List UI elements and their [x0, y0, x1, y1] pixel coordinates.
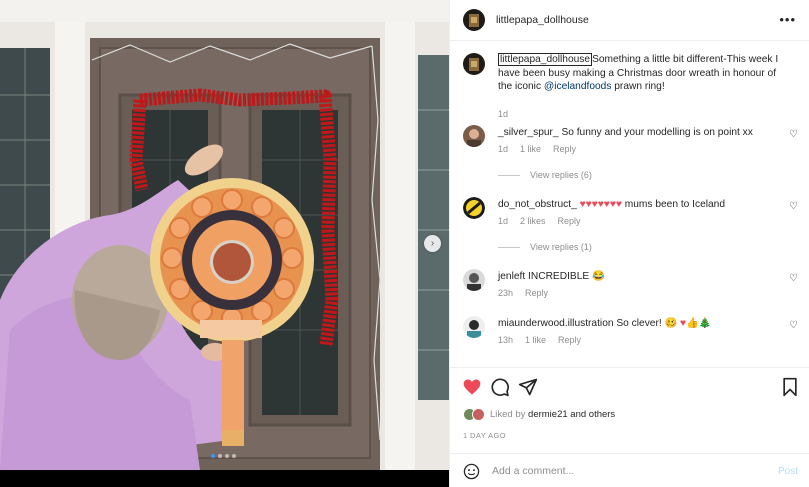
commenter-avatar[interactable]	[463, 197, 485, 219]
caption-meta: 1d	[498, 109, 508, 119]
post-comment-button[interactable]: Post	[778, 466, 798, 477]
comment-time: 13h	[498, 335, 514, 345]
comment-text: So clever!	[616, 318, 662, 329]
post-photo[interactable]: ›	[0, 0, 449, 487]
comment-username[interactable]: _silver_spur_	[498, 127, 559, 138]
liked-by-label: Liked by	[490, 409, 526, 420]
comment-likes[interactable]: 2 likes	[520, 216, 546, 226]
carousel-dot	[218, 454, 222, 458]
post-header: littlepapa_dollhouse •••	[450, 0, 809, 41]
instagram-post-modal: › littlepapa_dollhouse ••• littlepapa_do…	[0, 0, 809, 487]
comment-likes[interactable]: 1 like	[520, 144, 541, 154]
comment-text: mums been to Iceland	[624, 199, 725, 210]
carousel-dot	[225, 454, 229, 458]
caption-text: littlepapa_dollhouse Something a little b…	[498, 53, 783, 94]
likes-summary: Liked by dermie21 and others	[463, 408, 615, 421]
like-comment-icon[interactable]: ♡	[789, 273, 798, 284]
comment-username[interactable]: miaunderwood.illustration	[498, 318, 614, 329]
comment-input[interactable]	[492, 465, 752, 477]
carousel-dot	[211, 454, 215, 458]
carousel-next-button[interactable]: ›	[424, 235, 441, 252]
liked-by-user[interactable]: dermie21	[528, 409, 568, 420]
like-comment-icon[interactable]: ♡	[789, 201, 798, 212]
comment-likes[interactable]: 1 like	[525, 335, 546, 345]
caption-text-after: prawn ring!	[611, 81, 665, 92]
woozy-emoji: 🥴	[664, 318, 678, 329]
comment-text: So funny and your modelling is on point …	[561, 127, 753, 138]
like-comment-icon[interactable]: ♡	[789, 129, 798, 140]
comment-time: 1d	[498, 216, 509, 226]
commenter-avatar[interactable]	[463, 316, 485, 338]
author-username[interactable]: littlepapa_dollhouse	[496, 14, 589, 26]
carousel-indicators	[211, 454, 236, 458]
photo-illustration	[0, 0, 449, 487]
caption-username[interactable]: littlepapa_dollhouse	[498, 53, 593, 66]
comment-time: 23h	[498, 288, 514, 298]
add-comment-bar: Post	[450, 453, 809, 487]
bookmark-icon[interactable]	[780, 377, 800, 397]
heart-emojis: ♥♥♥♥♥♥♥	[579, 199, 622, 210]
comment-reply-button[interactable]: Reply	[558, 335, 581, 345]
comment-reply-button[interactable]: Reply	[558, 216, 581, 226]
post-timestamp: 1 DAY AGO	[463, 431, 506, 440]
author-avatar[interactable]	[463, 53, 485, 75]
liked-by-others[interactable]: others	[589, 409, 615, 420]
liker-avatar[interactable]	[472, 408, 485, 421]
comments-list: littlepapa_dollhouse Something a little b…	[450, 41, 809, 367]
chevron-right-icon: ›	[430, 238, 435, 249]
comment-username[interactable]: do_not_obstruct_	[498, 199, 577, 210]
comment-time: 1d	[498, 144, 509, 154]
view-replies-button[interactable]: View replies (6)	[498, 170, 592, 180]
share-icon[interactable]	[518, 377, 538, 397]
comment-icon[interactable]	[490, 377, 510, 397]
commenter-avatar[interactable]	[463, 269, 485, 291]
caption-mention-link[interactable]: @icelandfoods	[544, 81, 612, 92]
author-avatar[interactable]	[463, 9, 485, 31]
post-details-panel: littlepapa_dollhouse ••• littlepapa_doll…	[449, 0, 809, 487]
comment-username[interactable]: jenleft	[498, 271, 525, 282]
view-replies-button[interactable]: View replies (1)	[498, 242, 592, 252]
like-heart-icon[interactable]	[462, 377, 482, 397]
post-actions: Liked by dermie21 and others 1 DAY AGO P…	[450, 367, 809, 487]
comment-reply-button[interactable]: Reply	[553, 144, 576, 154]
caption-time: 1d	[498, 109, 509, 119]
liked-by-and: and	[570, 409, 587, 420]
comment-text: INCREDIBLE	[528, 271, 590, 282]
laughing-emoji: 😂	[592, 271, 605, 282]
thumbs-tree-emojis: 👍🎄	[686, 318, 712, 329]
like-comment-icon[interactable]: ♡	[789, 320, 798, 331]
carousel-dot	[232, 454, 236, 458]
emoji-icon[interactable]	[463, 463, 480, 480]
more-options-icon[interactable]: •••	[779, 12, 796, 27]
commenter-avatar[interactable]	[463, 125, 485, 147]
comment-reply-button[interactable]: Reply	[525, 288, 548, 298]
